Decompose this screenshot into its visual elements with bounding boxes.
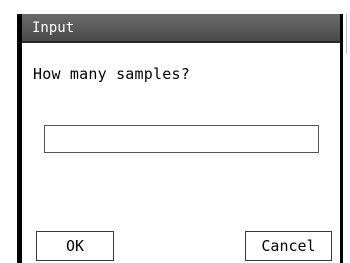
top-edge: [17, 0, 350, 10]
cancel-button[interactable]: Cancel: [245, 231, 332, 261]
samples-input[interactable]: [44, 125, 319, 153]
prompt-label: How many samples?: [33, 65, 190, 83]
ok-button[interactable]: OK: [36, 231, 114, 261]
screen: Input How many samples? OK Cancel: [0, 0, 350, 263]
dialog-title: Input: [22, 14, 340, 43]
input-dialog: Input How many samples? OK Cancel: [17, 14, 343, 263]
scrollbar-track: [343, 14, 350, 263]
